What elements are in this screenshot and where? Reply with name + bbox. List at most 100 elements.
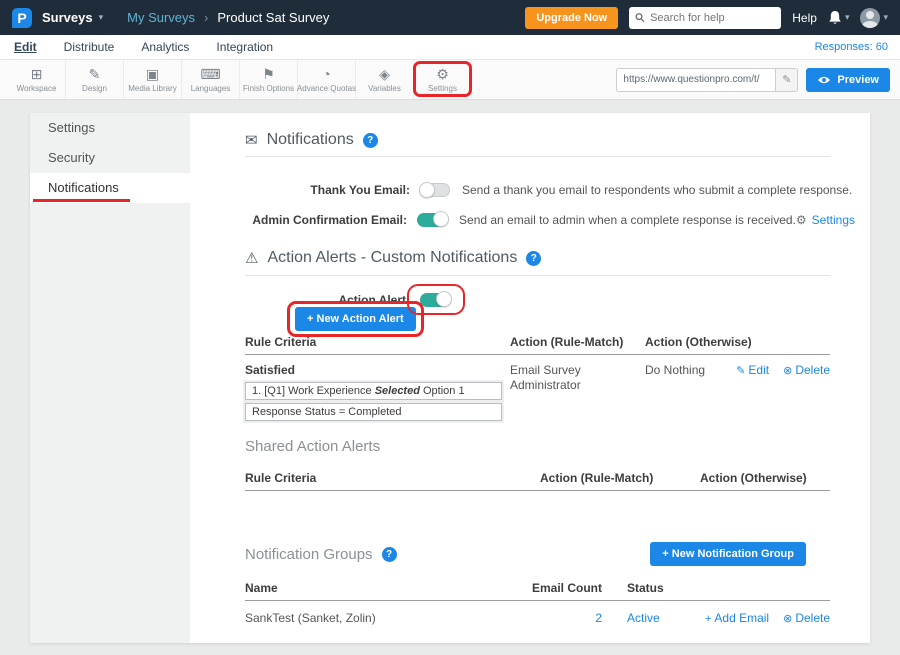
col-action-otherwise: Action (Otherwise) <box>645 335 752 349</box>
shared-alerts-table: Rule Criteria Action (Rule-Match) Action… <box>245 471 830 501</box>
admin-confirmation-toggle[interactable] <box>417 213 447 227</box>
toolbar-item-advance-quotas[interactable]: ◔ Advance Quotas <box>298 60 356 99</box>
help-search-box <box>629 7 781 29</box>
toolbar-item-workspace[interactable]: ⊞ Workspace <box>8 60 66 99</box>
tab-edit[interactable]: Edit <box>14 40 37 54</box>
criteria-text: Option 1 <box>420 385 465 397</box>
edit-alert-link[interactable]: ✎Edit <box>736 363 769 377</box>
breadcrumb-my-surveys[interactable]: My Surveys <box>127 10 195 25</box>
toolbar-item-finish-options[interactable]: ⚑ Finish Options <box>240 60 298 99</box>
help-circle-icon[interactable]: ? <box>526 251 541 266</box>
shared-alerts-heading: Shared Action Alerts <box>245 438 380 455</box>
survey-url-input[interactable] <box>617 74 775 85</box>
thank-you-email-desc: Send a thank you email to respondents wh… <box>462 183 852 197</box>
help-search-input[interactable] <box>650 12 775 24</box>
toolbar-item-variables[interactable]: ◈ Variables <box>356 60 414 99</box>
sidebar-item-label: Notifications <box>48 180 119 195</box>
toolbar-label: Variables <box>368 84 401 93</box>
delete-circle-icon: ⊗ <box>783 613 792 625</box>
notifications-heading: ✉ Notifications ? <box>245 131 378 149</box>
settings-card: Settings Security Notifications ✉ Notifi… <box>30 113 870 643</box>
advance-quotas-icon: ◔ <box>322 67 330 82</box>
responses-count: Responses: 60 <box>815 41 888 53</box>
action-alert-toggle[interactable] <box>420 293 450 307</box>
avatar <box>860 8 880 28</box>
notification-groups-table: Name Email Count Status SankTest (Sanket… <box>245 581 830 641</box>
page-title: Notifications <box>267 131 354 149</box>
settings-link-label: Settings <box>812 213 855 227</box>
table-header-line <box>245 490 830 491</box>
tab-distribute[interactable]: Distribute <box>64 40 115 54</box>
toolbar-item-design[interactable]: ✎ Design <box>66 60 124 99</box>
admin-email-settings-link[interactable]: ⚙ Settings <box>796 213 855 227</box>
toolbar-label: Advance Quotas <box>297 84 356 93</box>
breadcrumb: My Surveys › Product Sat Survey <box>127 10 329 25</box>
annotation-notifications-underline <box>33 199 130 202</box>
languages-icon: ⌨ <box>200 67 220 82</box>
toolbar-label: Media Library <box>128 84 176 93</box>
notifications-panel: ✉ Notifications ? Thank You Email: Send … <box>190 113 870 643</box>
variables-icon: ◈ <box>379 67 390 82</box>
delete-circle-icon: ⊗ <box>783 365 792 377</box>
toolbar-label: Finish Options <box>243 84 294 93</box>
col-rule-criteria: Rule Criteria <box>245 471 316 485</box>
surveys-menu-label: Surveys <box>42 10 93 25</box>
chevron-down-icon: ▾ <box>845 12 850 23</box>
col-action-rule-match: Action (Rule-Match) <box>540 471 653 485</box>
toolbar-item-media-library[interactable]: ▣ Media Library <box>124 60 182 99</box>
sidebar-item-settings[interactable]: Settings <box>30 113 190 143</box>
questionpro-logo[interactable]: P <box>12 8 32 28</box>
toolbar-item-settings[interactable]: ⚙ Settings <box>414 60 472 99</box>
toolbar-label: Settings <box>428 84 457 93</box>
thank-you-email-label: Thank You Email: <box>245 183 410 197</box>
surveys-menu[interactable]: Surveys ▾ <box>42 10 103 25</box>
topbar-actions: Upgrade Now Help ▾ ▾ <box>525 7 900 29</box>
tab-integration[interactable]: Integration <box>216 40 273 54</box>
delete-group-link[interactable]: ⊗Delete <box>783 611 830 625</box>
criteria-row-2: Response Status = Completed <box>245 403 502 421</box>
col-email-count: Email Count <box>532 581 602 595</box>
bell-icon <box>828 10 842 26</box>
group-status[interactable]: Active <box>627 611 660 625</box>
design-icon: ✎ <box>89 67 101 82</box>
breadcrumb-current-survey: Product Sat Survey <box>217 10 329 25</box>
account-menu[interactable]: ▾ <box>860 8 888 28</box>
alert-row-actions: ✎Edit ⊗Delete <box>736 363 830 377</box>
tab-analytics[interactable]: Analytics <box>141 40 189 54</box>
group-email-count-link[interactable]: 2 <box>532 611 602 625</box>
add-email-link[interactable]: +Add Email <box>705 611 769 625</box>
new-notification-group-button[interactable]: + New Notification Group <box>650 542 806 566</box>
warning-icon: ⚠ <box>245 249 258 267</box>
help-link[interactable]: Help <box>792 11 817 25</box>
thank-you-email-toggle[interactable] <box>420 183 450 197</box>
chevron-down-icon: ▾ <box>99 12 104 23</box>
sidebar-item-security[interactable]: Security <box>30 143 190 173</box>
edit-url-icon[interactable]: ✎ <box>775 69 797 91</box>
delete-alert-link[interactable]: ⊗Delete <box>783 363 830 377</box>
finish-options-icon: ⚑ <box>262 67 275 82</box>
divider <box>245 275 830 276</box>
divider <box>245 156 830 157</box>
notifications-bell-menu[interactable]: ▾ <box>828 10 850 26</box>
criteria-text: 1. [Q1] Work Experience <box>252 385 375 397</box>
table-header-line <box>245 354 830 355</box>
preview-button[interactable]: Preview <box>806 68 890 92</box>
toolbar-item-languages[interactable]: ⌨ Languages <box>182 60 240 99</box>
breadcrumb-separator: › <box>204 10 208 25</box>
alert-name: Satisfied <box>245 363 295 377</box>
help-circle-icon[interactable]: ? <box>363 133 378 148</box>
rule-match-action-line2: Administrator <box>510 378 581 392</box>
envelope-icon: ✉ <box>245 131 258 149</box>
help-circle-icon[interactable]: ? <box>382 547 397 562</box>
criteria-emphasis: Selected <box>375 385 420 397</box>
toolbar-label: Workspace <box>17 84 57 93</box>
new-action-alert-button[interactable]: + New Action Alert <box>295 307 416 331</box>
top-bar: P Surveys ▾ My Surveys › Product Sat Sur… <box>0 0 900 35</box>
plus-icon: + <box>307 313 313 325</box>
settings-gear-icon: ⚙ <box>436 67 449 82</box>
edit-toolbar: ⊞ Workspace ✎ Design ▣ Media Library ⌨ L… <box>0 60 900 100</box>
sidebar-item-notifications[interactable]: Notifications <box>30 173 190 203</box>
notification-groups-title: Notification Groups <box>245 546 373 563</box>
settings-sidebar: Settings Security Notifications <box>30 113 190 643</box>
upgrade-now-button[interactable]: Upgrade Now <box>525 7 618 29</box>
